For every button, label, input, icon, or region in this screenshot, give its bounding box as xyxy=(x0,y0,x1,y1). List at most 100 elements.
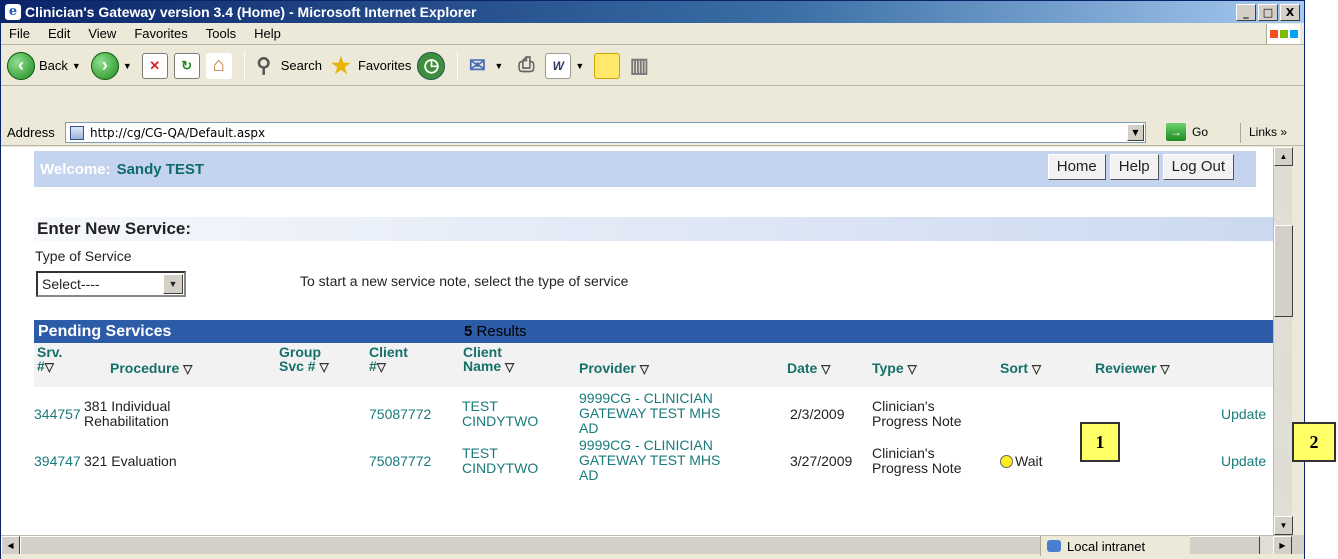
col-procedure[interactable]: Procedure ▽ xyxy=(110,361,192,376)
pending-services-header: Pending Services 5 Results xyxy=(34,320,1273,343)
filter-icon[interactable]: ▽ xyxy=(1032,362,1041,376)
print-button[interactable]: ⎙ xyxy=(513,53,539,79)
srv-number-link[interactable]: 394747 xyxy=(34,454,81,469)
provider-link[interactable]: 9999CG - CLINICIAN GATEWAY TEST MHS AD xyxy=(579,391,720,436)
col-date-label: Date xyxy=(787,360,818,376)
refresh-button[interactable]: ↻ xyxy=(173,52,200,79)
filter-icon[interactable]: ▽ xyxy=(640,362,649,376)
client-name-link[interactable]: TEST CINDYTWO xyxy=(462,399,538,429)
page-icon xyxy=(70,125,84,140)
menu-favorites[interactable]: Favorites xyxy=(125,26,196,41)
edit-button[interactable]: W ▼ xyxy=(545,52,588,79)
discuss-button[interactable] xyxy=(594,52,621,79)
research-icon: ▥ xyxy=(629,55,649,77)
address-dropdown-button[interactable]: ▼ xyxy=(1127,124,1144,141)
word-icon: W xyxy=(545,52,572,79)
menu-view[interactable]: View xyxy=(79,26,125,41)
chevron-down-icon: ▼ xyxy=(71,60,81,71)
filter-icon[interactable]: ▽ xyxy=(505,360,514,374)
links-button[interactable]: Links » xyxy=(1240,123,1287,143)
filter-icon[interactable]: ▽ xyxy=(183,362,192,376)
menu-tools[interactable]: Tools xyxy=(197,26,245,41)
filter-icon[interactable]: ▽ xyxy=(377,360,386,374)
scroll-up-button[interactable]: ▲ xyxy=(1274,147,1293,166)
col-group-svc[interactable]: Group Svc # ▽ xyxy=(279,345,329,374)
menu-edit[interactable]: Edit xyxy=(39,26,79,41)
wait-status-icon xyxy=(1000,455,1013,468)
client-number-link[interactable]: 75087772 xyxy=(369,454,431,469)
filter-icon[interactable]: ▽ xyxy=(45,360,54,374)
toolbar-separator xyxy=(457,51,459,80)
client-name-line2: CINDYTWO xyxy=(462,413,539,429)
vertical-scrollbar[interactable]: ▲ ▼ xyxy=(1273,147,1293,535)
title-bar: e Clinician's Gateway version 3.4 (Home)… xyxy=(1,1,1304,23)
srv-number-link[interactable]: 344757 xyxy=(34,407,81,422)
procedure-line1: 321 Evaluation xyxy=(84,453,177,469)
col-client-name[interactable]: Client Name ▽ xyxy=(463,345,514,374)
chevron-down-icon[interactable]: ▼ xyxy=(163,274,183,294)
minimize-button[interactable]: _ xyxy=(1236,4,1256,21)
type-of-service-select[interactable]: Select---- ▼ xyxy=(36,271,186,297)
results-count: 5 Results xyxy=(464,320,527,343)
home-toolbar-button[interactable]: ⌂ xyxy=(205,52,232,79)
go-button[interactable]: → Go xyxy=(1166,123,1208,141)
close-button[interactable]: X xyxy=(1280,4,1300,21)
col-reviewer-label: Reviewer xyxy=(1095,360,1157,376)
note-icon xyxy=(594,52,621,79)
mail-button[interactable]: ✉ ▼ xyxy=(464,53,507,79)
home-button[interactable]: Home xyxy=(1047,154,1106,180)
results-label: Results xyxy=(476,323,527,340)
update-link[interactable]: Update xyxy=(1221,454,1266,469)
back-arrow-icon: ‹ xyxy=(7,51,35,80)
scroll-down-button[interactable]: ▼ xyxy=(1274,516,1293,535)
scroll-right-button[interactable]: ▶ xyxy=(1273,536,1292,555)
favorites-button[interactable]: ★ Favorites xyxy=(328,53,411,79)
filter-icon[interactable]: ▽ xyxy=(1160,362,1169,376)
search-button[interactable]: ⚲ Search xyxy=(251,53,322,79)
back-button[interactable]: ‹ Back ▼ xyxy=(7,51,85,80)
favorites-label: Favorites xyxy=(357,58,412,73)
help-button[interactable]: Help xyxy=(1109,154,1159,180)
search-icon: ⚲ xyxy=(256,55,272,77)
col-type[interactable]: Type ▽ xyxy=(872,361,917,376)
client-name-line1: TEST xyxy=(462,445,498,461)
history-button[interactable]: ◷ xyxy=(417,51,446,80)
filter-icon[interactable]: ▽ xyxy=(319,360,328,374)
address-url: http://cg/CG-QA/Default.aspx xyxy=(90,125,266,140)
filter-icon[interactable]: ▽ xyxy=(908,362,917,376)
col-provider[interactable]: Provider ▽ xyxy=(579,361,649,376)
menu-file[interactable]: File xyxy=(1,26,39,41)
chevron-down-icon: ▼ xyxy=(575,60,585,71)
menu-help[interactable]: Help xyxy=(245,26,290,41)
maximize-button[interactable]: □ xyxy=(1258,4,1278,21)
col-sort[interactable]: Sort ▽ xyxy=(1000,361,1041,376)
window-title: Clinician's Gateway version 3.4 (Home) -… xyxy=(25,4,477,20)
address-label: Address xyxy=(7,124,55,140)
provider-link[interactable]: 9999CG - CLINICIAN GATEWAY TEST MHS AD xyxy=(579,438,720,483)
client-number-link[interactable]: 75087772 xyxy=(369,407,431,422)
scroll-left-button[interactable]: ◀ xyxy=(1,536,20,555)
nav-buttons: Home Help Log Out xyxy=(1047,154,1234,180)
logout-button[interactable]: Log Out xyxy=(1162,154,1234,180)
col-date[interactable]: Date ▽ xyxy=(787,361,830,376)
col-client-number[interactable]: Client #▽ xyxy=(369,345,408,374)
col-reviewer[interactable]: Reviewer ▽ xyxy=(1095,361,1170,376)
col-srv[interactable]: Srv. #▽ xyxy=(37,345,62,374)
vertical-scroll-thumb[interactable] xyxy=(1274,225,1293,317)
type-line1: Clinician's xyxy=(872,445,935,461)
results-number: 5 xyxy=(464,323,473,340)
client-name-link[interactable]: TEST CINDYTWO xyxy=(462,446,538,476)
address-input[interactable]: http://cg/CG-QA/Default.aspx ▼ xyxy=(65,122,1146,143)
zone-indicator: Local intranet xyxy=(1040,536,1190,556)
col-srv-line1: Srv. xyxy=(37,344,63,360)
refresh-icon: ↻ xyxy=(173,52,200,79)
date-cell: 2/3/2009 xyxy=(790,406,845,422)
filter-icon[interactable]: ▽ xyxy=(821,362,830,376)
update-link[interactable]: Update xyxy=(1221,407,1266,422)
provider-line1: 9999CG - CLINICIAN xyxy=(579,390,713,406)
stop-button[interactable]: ✕ xyxy=(141,52,168,79)
forward-button[interactable]: › ▼ xyxy=(90,51,136,80)
research-button[interactable]: ▥ xyxy=(626,53,652,79)
browser-window: e Clinician's Gateway version 3.4 (Home)… xyxy=(0,0,1305,559)
welcome-label: Welcome: xyxy=(40,160,111,178)
